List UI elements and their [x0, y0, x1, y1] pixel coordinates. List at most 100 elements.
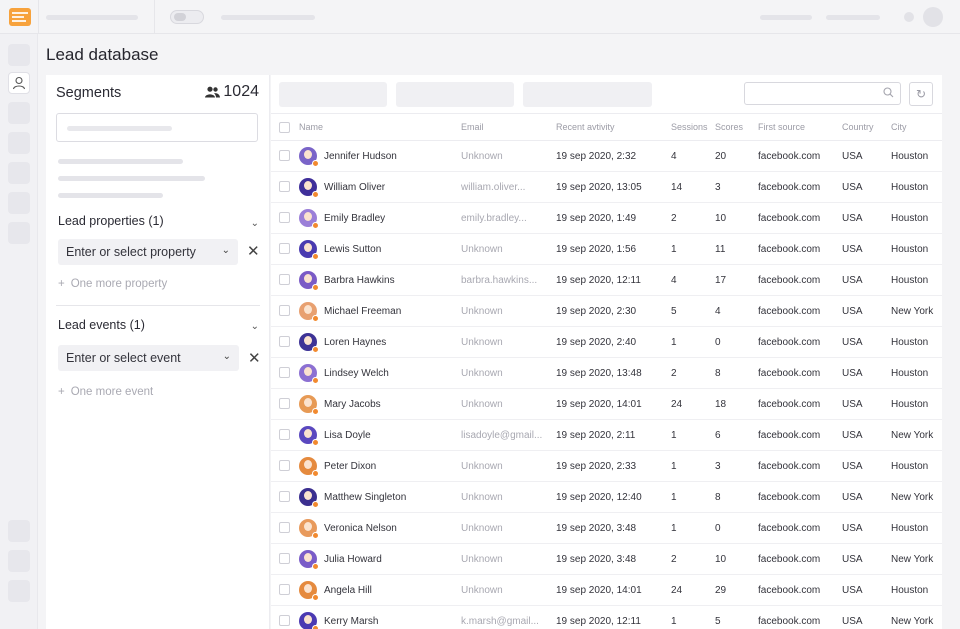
lead-properties-label[interactable]: Lead properties (1): [58, 214, 164, 228]
property-select[interactable]: Enter or select property ⌄: [58, 239, 238, 265]
add-event-button[interactable]: + One more event: [58, 386, 153, 398]
name-cell[interactable]: Lindsey Welch: [299, 357, 461, 389]
name-cell[interactable]: Peter Dixon: [299, 450, 461, 482]
row-checkbox[interactable]: [279, 460, 290, 472]
column-header[interactable]: Scores: [715, 113, 758, 141]
row-select-cell: [271, 140, 299, 172]
row-checkbox[interactable]: [279, 336, 290, 348]
topbar-divider: [154, 0, 155, 34]
name-cell[interactable]: Jennifer Hudson: [299, 140, 461, 172]
table-row[interactable]: Julia Howard Unknown 19 sep 2020, 3:48 2 10 f…: [271, 543, 942, 575]
source-cell: facebook.com: [758, 388, 842, 420]
row-checkbox[interactable]: [279, 274, 290, 286]
name-cell[interactable]: Angela Hill: [299, 574, 461, 606]
name-cell[interactable]: Matthew Singleton: [299, 481, 461, 513]
name-cell[interactable]: William Oliver: [299, 171, 461, 203]
column-header[interactable]: Email: [461, 113, 556, 141]
name-cell[interactable]: Julia Howard: [299, 543, 461, 575]
avatar: [299, 612, 319, 629]
row-checkbox[interactable]: [279, 181, 290, 193]
app-logo-icon[interactable]: [9, 8, 31, 26]
source-cell: facebook.com: [758, 574, 842, 606]
table-row[interactable]: Jennifer Hudson Unknown 19 sep 2020, 2:32 4…: [271, 140, 942, 172]
rail-item[interactable]: [8, 162, 30, 184]
table-row[interactable]: Barbra Hawkins barbra.hawkins... 19 sep 20…: [271, 264, 942, 296]
column-header[interactable]: City: [891, 113, 942, 141]
search-input[interactable]: [744, 82, 901, 105]
name-cell[interactable]: Barbra Hawkins: [299, 264, 461, 296]
name-cell[interactable]: Lisa Doyle: [299, 419, 461, 451]
name-cell[interactable]: Loren Haynes: [299, 326, 461, 358]
add-property-button[interactable]: + One more property: [58, 278, 167, 290]
row-checkbox[interactable]: [279, 615, 290, 627]
row-select-cell: [271, 574, 299, 606]
name-cell[interactable]: Veronica Nelson: [299, 512, 461, 544]
chevron-down-icon[interactable]: ⌄: [251, 218, 259, 229]
refresh-button[interactable]: ↻: [909, 82, 933, 106]
rail-item[interactable]: [8, 192, 30, 214]
rail-item[interactable]: [8, 132, 30, 154]
rail-item[interactable]: [8, 44, 30, 66]
row-checkbox[interactable]: [279, 491, 290, 503]
city-cell: Houston: [891, 264, 942, 296]
name-cell[interactable]: Lewis Sutton: [299, 233, 461, 265]
avatar[interactable]: [923, 7, 943, 27]
table-row[interactable]: Lewis Sutton Unknown 19 sep 2020, 1:56 1 11 f…: [271, 233, 942, 265]
row-checkbox[interactable]: [279, 553, 290, 565]
column-header[interactable]: Recent avtivity: [556, 113, 671, 141]
row-select-cell: [271, 419, 299, 451]
chevron-down-icon[interactable]: ⌄: [251, 321, 259, 332]
avatar-head: [304, 429, 312, 438]
table-row[interactable]: Kerry Marsh k.marsh@gmail... 19 sep 2020, …: [271, 605, 942, 629]
name-cell[interactable]: Kerry Marsh: [299, 605, 461, 629]
property-select-value: Enter or select property: [66, 245, 196, 259]
row-checkbox[interactable]: [279, 522, 290, 534]
table-row[interactable]: Matthew Singleton Unknown 19 sep 2020, 12:…: [271, 481, 942, 513]
name-cell[interactable]: Mary Jacobs: [299, 388, 461, 420]
table-row[interactable]: Emily Bradley emily.bradley... 19 sep 2020…: [271, 202, 942, 234]
row-checkbox[interactable]: [279, 243, 290, 255]
row-checkbox[interactable]: [279, 398, 290, 410]
lead-name-text: Angela Hill: [324, 584, 372, 596]
table-row[interactable]: Michael Freeman Unknown 19 sep 2020, 2:30 5…: [271, 295, 942, 327]
table-row[interactable]: Lindsey Welch Unknown 19 sep 2020, 13:48 2 8…: [271, 357, 942, 389]
row-checkbox[interactable]: [279, 305, 290, 317]
table-row[interactable]: William Oliver william.oliver... 19 sep 20…: [271, 171, 942, 203]
row-checkbox[interactable]: [279, 367, 290, 379]
toolbar-placeholder[interactable]: [396, 82, 514, 107]
toolbar-placeholder[interactable]: [279, 82, 387, 107]
table-row[interactable]: Loren Haynes Unknown 19 sep 2020, 2:40 1 0 fa…: [271, 326, 942, 358]
close-icon[interactable]: ✕: [248, 349, 261, 367]
rail-item[interactable]: [8, 102, 30, 124]
name-cell[interactable]: Emily Bradley: [299, 202, 461, 234]
rail-item[interactable]: [8, 550, 30, 572]
table-row[interactable]: Angela Hill Unknown 19 sep 2020, 14:01 24 29…: [271, 574, 942, 606]
table-row[interactable]: Peter Dixon Unknown 19 sep 2020, 2:33 1 3 fac…: [271, 450, 942, 482]
row-checkbox[interactable]: [279, 429, 290, 441]
close-icon[interactable]: ✕: [247, 242, 260, 260]
rail-item-leads[interactable]: [8, 72, 30, 94]
select-all-checkbox[interactable]: [279, 121, 290, 133]
name-cell[interactable]: Michael Freeman: [299, 295, 461, 327]
rail-item[interactable]: [8, 580, 30, 602]
table-row[interactable]: Veronica Nelson Unknown 19 sep 2020, 3:48 1…: [271, 512, 942, 544]
rail-item[interactable]: [8, 222, 30, 244]
row-checkbox[interactable]: [279, 212, 290, 224]
table-row[interactable]: Lisa Doyle lisadoyle@gmail... 19 sep 2020,…: [271, 419, 942, 451]
notification-dot[interactable]: [904, 12, 914, 22]
column-header[interactable]: Country: [842, 113, 891, 141]
row-checkbox[interactable]: [279, 150, 290, 162]
table-header-row: Name Email Recent avtivity Sessions Scor…: [271, 113, 942, 141]
row-checkbox[interactable]: [279, 584, 290, 596]
event-select[interactable]: Enter or select event ⌄: [58, 345, 239, 371]
table-row[interactable]: Mary Jacobs Unknown 19 sep 2020, 14:01 24 18…: [271, 388, 942, 420]
source-cell: facebook.com: [758, 171, 842, 203]
segment-name-input[interactable]: [56, 113, 258, 142]
lead-events-label[interactable]: Lead events (1): [58, 318, 145, 332]
column-header[interactable]: First source: [758, 113, 842, 141]
column-header[interactable]: Name: [299, 113, 461, 141]
rail-item[interactable]: [8, 520, 30, 542]
mode-toggle[interactable]: [170, 10, 204, 24]
column-header[interactable]: Sessions: [671, 113, 715, 141]
toolbar-placeholder[interactable]: [523, 82, 652, 107]
